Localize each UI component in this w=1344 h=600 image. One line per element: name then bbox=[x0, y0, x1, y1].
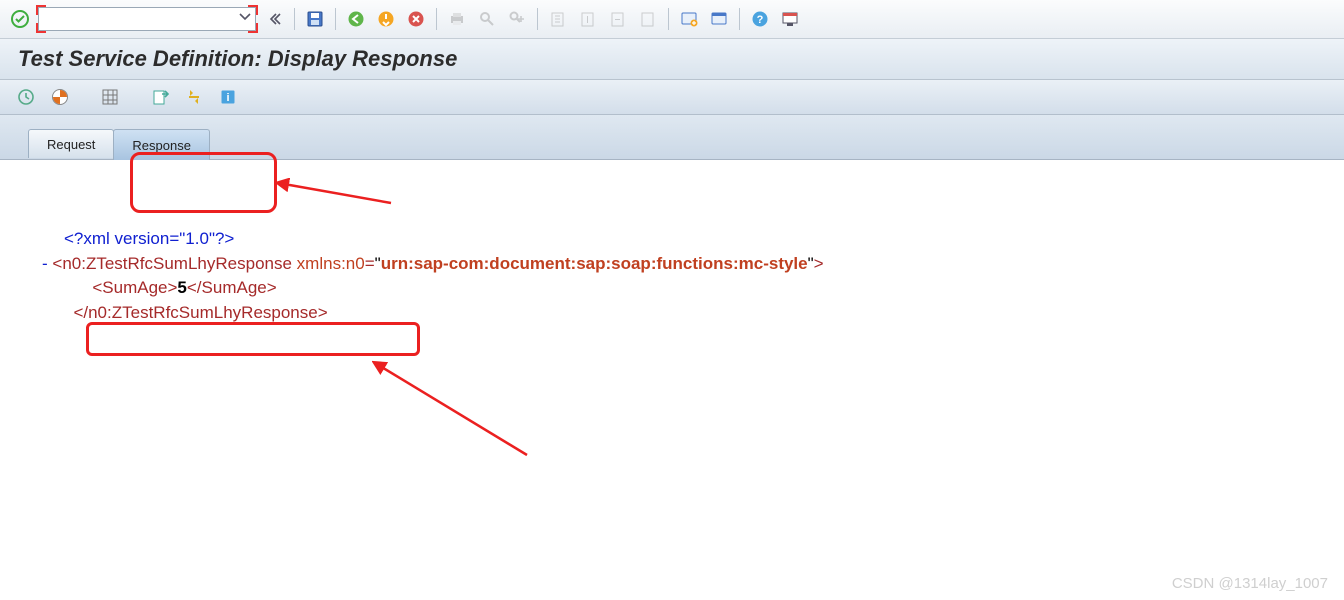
annotation-arrow bbox=[276, 178, 396, 208]
tab-label: Response bbox=[132, 138, 191, 153]
chevron-down-icon[interactable] bbox=[238, 10, 252, 27]
page-title: Test Service Definition: Display Respons… bbox=[18, 46, 457, 72]
first-page-icon bbox=[546, 7, 570, 31]
command-field-wrap bbox=[38, 7, 256, 31]
layout-icon[interactable] bbox=[707, 7, 731, 31]
prev-page-icon bbox=[576, 7, 600, 31]
info-icon[interactable]: i bbox=[216, 85, 240, 109]
save-icon[interactable] bbox=[303, 7, 327, 31]
system-toolbar: ? bbox=[0, 0, 1344, 39]
enter-icon[interactable] bbox=[8, 7, 32, 31]
annotation-arrow bbox=[372, 360, 532, 460]
xml-attr-value: urn:sap-com:document:sap:soap:functions:… bbox=[381, 254, 808, 273]
svg-text:i: i bbox=[226, 92, 229, 104]
xml-tag: </n0:ZTestRfcSumLhyResponse> bbox=[73, 303, 327, 322]
back-icon[interactable] bbox=[344, 7, 368, 31]
exit-icon[interactable] bbox=[374, 7, 398, 31]
tab-request[interactable]: Request bbox=[28, 129, 114, 158]
help-icon[interactable]: ? bbox=[748, 7, 772, 31]
xml-tag: <n0:ZTestRfcSumLhyResponse bbox=[52, 254, 292, 273]
print-icon bbox=[445, 7, 469, 31]
command-field[interactable] bbox=[38, 7, 256, 31]
clock-icon[interactable] bbox=[14, 85, 38, 109]
export-icon[interactable] bbox=[148, 85, 172, 109]
watermark: CSDN @1314lay_1007 bbox=[1172, 575, 1328, 592]
grid-icon[interactable] bbox=[98, 85, 122, 109]
collapse-toggle[interactable]: - bbox=[42, 254, 52, 273]
navigator-icon[interactable] bbox=[48, 85, 72, 109]
annotation-box bbox=[86, 322, 420, 356]
xml-tag: <SumAge> bbox=[92, 278, 177, 297]
collapse-icon[interactable] bbox=[262, 7, 286, 31]
xml-tag: </SumAge> bbox=[187, 278, 277, 297]
annotation-box bbox=[130, 152, 277, 213]
xml-pi: <?xml version="1.0"?> bbox=[64, 229, 234, 248]
find-next-icon bbox=[505, 7, 529, 31]
new-session-icon[interactable] bbox=[677, 7, 701, 31]
cancel-icon[interactable] bbox=[404, 7, 428, 31]
application-toolbar: i bbox=[0, 80, 1344, 115]
last-page-icon bbox=[636, 7, 660, 31]
tab-label: Request bbox=[47, 137, 95, 152]
xml-text: 5 bbox=[177, 278, 186, 297]
find-icon bbox=[475, 7, 499, 31]
toggle-icon[interactable] bbox=[182, 85, 206, 109]
next-page-icon bbox=[606, 7, 630, 31]
xml-attr-name: xmlns:n0 bbox=[297, 254, 365, 273]
svg-text:?: ? bbox=[757, 14, 764, 26]
title-bar: Test Service Definition: Display Respons… bbox=[0, 39, 1344, 80]
customize-layout-icon[interactable] bbox=[778, 7, 802, 31]
